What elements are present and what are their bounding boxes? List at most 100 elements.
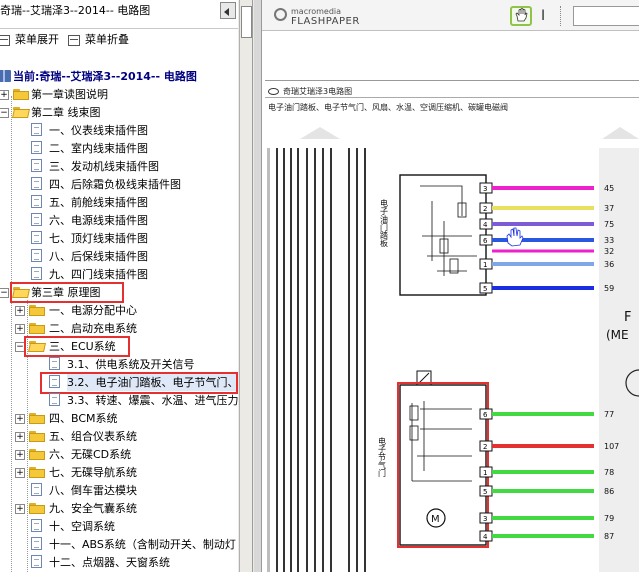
tree-title-text: 奇瑞--艾瑞泽3--2014-- 电路图 — [0, 4, 151, 17]
tree-item-label: 3.1、供电系统及开关信号 — [67, 358, 195, 371]
document-icon — [31, 267, 42, 280]
document-icon — [31, 213, 42, 226]
tree-root-label: 当前:奇瑞--艾瑞泽3--2014-- 电路图 — [13, 70, 197, 83]
flashpaper-viewer: macromedia FLASHPAPER I 奇瑞艾瑞泽3电路图 电子油门踏板… — [262, 0, 639, 572]
tree-subfolder-label: 九、安全气囊系统 — [49, 502, 137, 515]
pane-splitter[interactable] — [238, 0, 254, 572]
pin-number: 6 — [483, 237, 488, 245]
collapse-menu-label: 菜单折叠 — [85, 33, 129, 46]
expand-toggle[interactable]: + — [15, 306, 25, 316]
document-icon — [49, 393, 60, 406]
title-scroll-left-button[interactable] — [220, 2, 236, 19]
ecu-pin-number: 79 — [604, 514, 614, 523]
harness-line — [364, 148, 366, 572]
document-icon — [31, 537, 42, 550]
text-select-tool-button[interactable]: I — [541, 7, 551, 25]
tree-item-label: 十、空调系统 — [49, 520, 115, 533]
collapse-menu-button[interactable]: 菜单折叠 — [68, 31, 129, 49]
ecu-up-arrow — [602, 127, 639, 139]
zoom-input[interactable] — [573, 6, 639, 26]
hand-cursor-icon — [506, 227, 524, 247]
harness-line — [267, 148, 270, 572]
ecu-label-me: (ME — [606, 328, 629, 342]
harness-line — [276, 148, 278, 572]
hand-icon — [515, 8, 528, 22]
expand-toggle[interactable]: + — [0, 90, 9, 100]
expand-toggle[interactable]: + — [15, 432, 25, 442]
pedal-module-box — [399, 174, 487, 296]
tree-item-label: 五、前舱线束插件图 — [49, 196, 148, 209]
ecu-label-f: F — [624, 310, 631, 325]
pedal-module-label: 电子油门踏板 — [380, 198, 389, 248]
macromedia-logo-icon — [274, 8, 287, 21]
document-icon — [31, 249, 42, 262]
folder-icon — [13, 89, 29, 100]
tree-item-label: 八、后保线束插件图 — [49, 250, 148, 263]
expand-toggle[interactable]: + — [15, 450, 25, 460]
harness-line — [356, 148, 358, 572]
book-icon — [0, 70, 11, 82]
ecu-pin-number: 59 — [604, 284, 614, 293]
tree-subfolder-label: 六、无碟CD系统 — [49, 448, 132, 461]
harness-line — [314, 148, 316, 572]
ecu-pin-number: 77 — [604, 410, 614, 419]
folder-icon — [29, 413, 45, 424]
tree-pane: 奇瑞--艾瑞泽3--2014-- 电路图 菜单展开 菜单折叠 当前:奇瑞--艾瑞… — [0, 0, 238, 572]
ecu-pin-number: 33 — [604, 236, 614, 245]
ecu-pin-number: 78 — [604, 468, 614, 477]
expand-toggle[interactable]: + — [15, 324, 25, 334]
expand-toggle[interactable]: + — [15, 414, 25, 424]
folder-icon — [29, 323, 45, 334]
ecu-pin-number: 87 — [604, 532, 614, 541]
folder-icon — [29, 449, 45, 460]
document-icon — [31, 231, 42, 244]
harness-line — [348, 148, 350, 572]
collapse-toggle[interactable]: − — [0, 288, 9, 298]
document-icon — [31, 159, 42, 172]
document-icon — [31, 195, 42, 208]
pin-number: 2 — [483, 443, 487, 451]
tree-item-label: 七、顶灯线束插件图 — [49, 232, 148, 245]
viewer-frame-edge — [254, 0, 262, 572]
tree-item-label: 三、发动机线束插件图 — [49, 160, 159, 173]
tree-title-bar: 奇瑞--艾瑞泽3--2014-- 电路图 — [0, 0, 238, 29]
highlight-box-ecu — [24, 336, 130, 357]
tree-item-label: 九、四门线束插件图 — [49, 268, 148, 281]
hand-tool-button[interactable] — [510, 6, 532, 26]
pin-number: 5 — [483, 285, 487, 293]
ecu-pin-number: 107 — [604, 442, 619, 451]
throttle-wires: 6 2 1 5 3 4 — [479, 408, 594, 542]
ecu-pin-number: 75 — [604, 220, 614, 229]
harness-line — [297, 148, 299, 572]
pin-number: 1 — [483, 469, 487, 477]
ecu-pin-number: 36 — [604, 260, 614, 269]
highlight-box-selected-item — [40, 372, 238, 394]
circuit-diagram: F (ME 电子油门踏板 3 2 4 6 1 5 45 37 75 33 32 … — [267, 127, 639, 572]
ecu-pin-number: 37 — [604, 204, 614, 213]
splitter-handle[interactable] — [241, 6, 252, 38]
expand-icon — [0, 34, 10, 46]
document-icon — [31, 177, 42, 190]
pin-number: 4 — [483, 533, 488, 541]
highlight-box-chapter-3 — [10, 282, 124, 303]
harness-line — [306, 148, 308, 572]
collapse-icon — [68, 34, 80, 46]
harness-line — [330, 148, 332, 572]
document-icon — [31, 483, 42, 496]
document-icon — [49, 357, 60, 370]
toolbar-separator — [560, 6, 567, 26]
pin-number: 6 — [483, 411, 488, 419]
collapse-toggle[interactable]: − — [0, 108, 9, 118]
logo-big-text: FLASHPAPER — [291, 16, 360, 27]
tree-subfolder-label: 四、BCM系统 — [49, 412, 118, 425]
document-icon — [31, 555, 42, 568]
motor-symbol: M — [431, 514, 440, 525]
pin-number: 4 — [483, 221, 488, 229]
expand-toggle[interactable]: + — [15, 468, 25, 478]
expand-menu-button[interactable]: 菜单展开 — [0, 31, 59, 49]
ecu-pin-number: 45 — [604, 184, 614, 193]
tree-guide-line — [11, 96, 12, 572]
tree-subfolder-label: 五、组合仪表系统 — [49, 430, 137, 443]
logo-small-text: macromedia — [291, 7, 342, 16]
expand-toggle[interactable]: + — [15, 504, 25, 514]
